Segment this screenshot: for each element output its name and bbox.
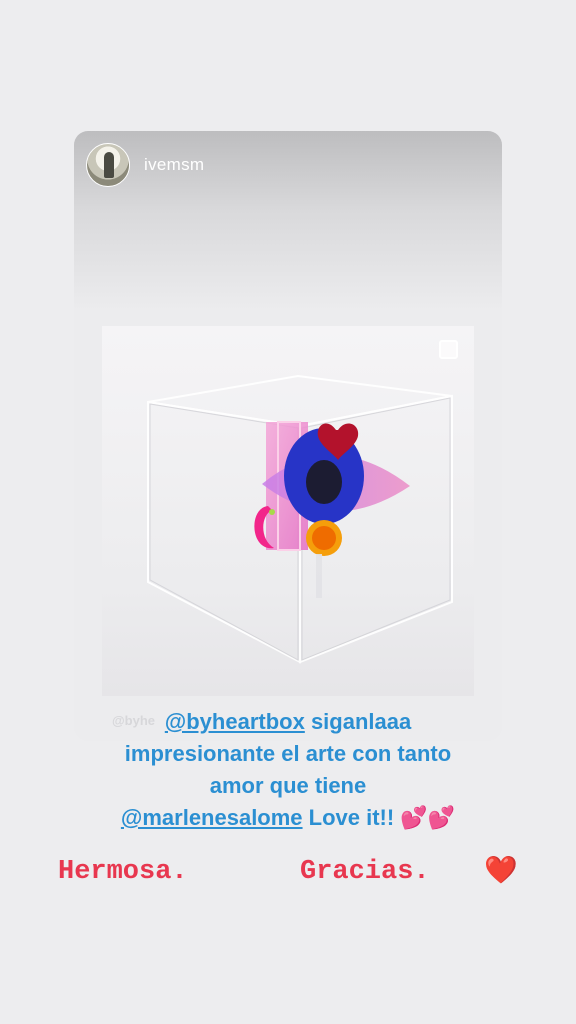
avatar[interactable] — [86, 143, 130, 187]
reply-text-hermosa: Hermosa. — [58, 857, 188, 887]
reply-text-gracias: Gracias. — [300, 857, 430, 887]
heart-emoji: ❤️ — [484, 855, 518, 886]
username[interactable]: ivemsm — [144, 155, 204, 175]
mention-byheartbox[interactable]: @byheartbox — [165, 709, 305, 734]
acrylic-cube-artwork — [147, 374, 453, 664]
post-header: ivemsm — [86, 143, 204, 187]
post-photo[interactable] — [102, 326, 474, 696]
select-square-icon — [439, 340, 458, 359]
mention-marlenesalome[interactable]: @marlenesalome — [121, 805, 303, 830]
caption-text: @byheartbox siganlaaa impresionante el a… — [120, 709, 456, 830]
